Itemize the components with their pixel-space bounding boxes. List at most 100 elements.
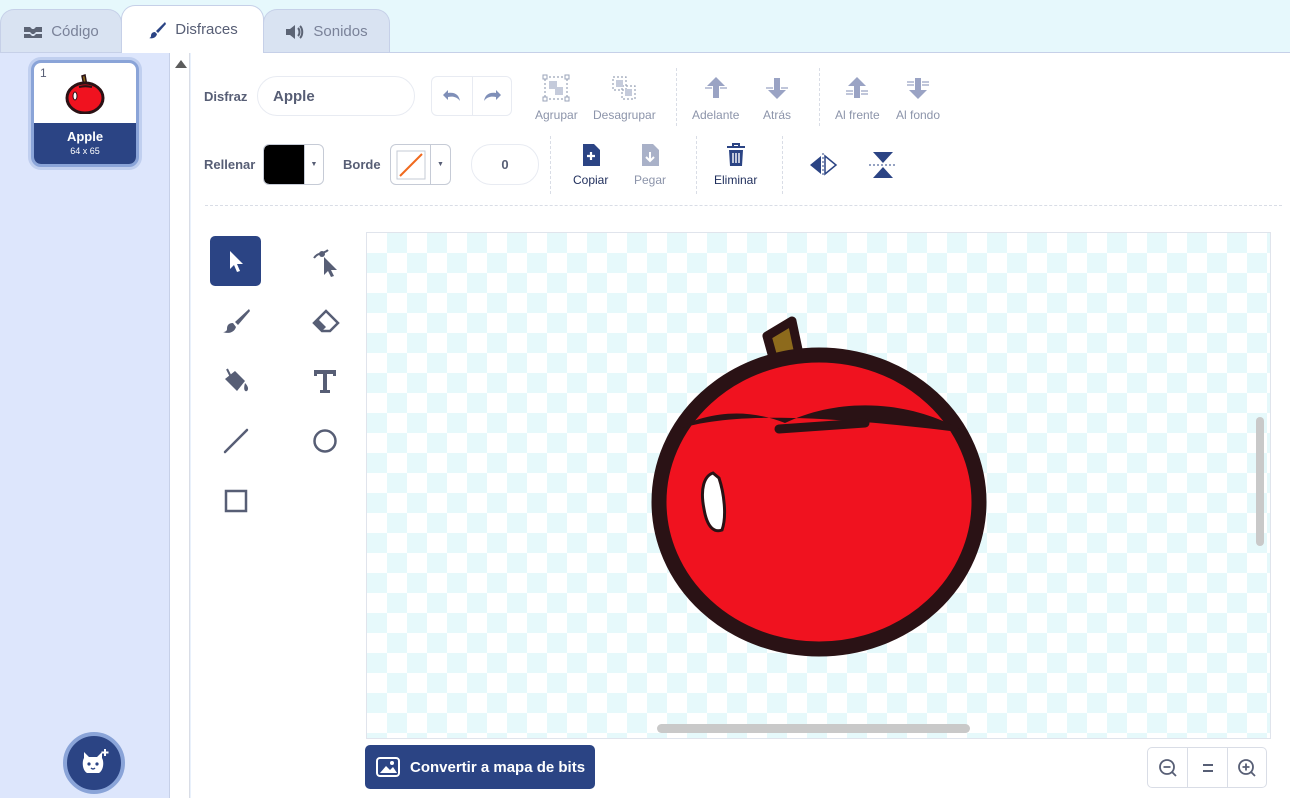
tab-code[interactable]: Código [0, 9, 122, 53]
line-icon [223, 428, 248, 454]
eraser-tool[interactable] [299, 296, 350, 346]
costume-name-input[interactable] [257, 76, 415, 116]
trash-icon [726, 143, 745, 166]
cat-add-icon [82, 749, 109, 773]
toolbar-divider [819, 68, 820, 126]
tab-costumes-label: Disfraces [175, 21, 238, 38]
code-icon [23, 24, 43, 40]
paint-canvas[interactable] [366, 232, 1271, 739]
group-icon [542, 74, 570, 102]
rectangle-icon [224, 489, 247, 513]
zoom-in-icon [1237, 758, 1256, 777]
send-to-back-label: Al fondo [896, 108, 941, 122]
paste-icon [642, 144, 660, 166]
costume-thumbnail [34, 63, 136, 123]
send-to-back-icon [907, 78, 930, 99]
no-color-swatch [391, 145, 430, 184]
select-arrow-icon [229, 251, 243, 272]
delete-button[interactable]: Eliminar [714, 143, 757, 187]
brush-icon [147, 20, 167, 40]
send-to-back-button[interactable]: Al fondo [896, 74, 940, 122]
tab-code-label: Código [51, 23, 99, 40]
ungroup-icon [612, 76, 636, 100]
costume-item-apple[interactable]: 1 Apple 64 x 65 [31, 60, 139, 167]
brush-tool[interactable] [210, 296, 261, 346]
speaker-icon [285, 24, 305, 40]
apple-drawing[interactable] [367, 233, 1271, 739]
paint-editor-window: Código Disfraces Sonidos 1 Apple 64 x 65… [0, 0, 1290, 798]
backward-button[interactable]: Atrás [763, 74, 791, 122]
undo-icon [442, 90, 460, 101]
tab-bar: Código Disfraces Sonidos [0, 0, 1290, 53]
flip-vertical-icon [869, 152, 897, 178]
image-icon [376, 757, 400, 777]
add-costume-button[interactable] [63, 732, 125, 794]
copy-button[interactable]: Copiar [573, 143, 608, 187]
delete-label: Eliminar [714, 173, 758, 187]
forward-label: Adelante [692, 108, 740, 122]
backward-label: Atrás [763, 108, 792, 122]
paintbrush-icon [222, 309, 250, 333]
costume-size: 64 x 65 [70, 146, 100, 156]
reshape-icon [312, 249, 337, 277]
chevron-down-icon: ▼ [304, 145, 323, 184]
paste-button[interactable]: Pegar [634, 143, 666, 187]
toolbar-separator [205, 205, 1282, 206]
costume-number: 1 [40, 66, 47, 80]
outline-width-input[interactable] [471, 144, 539, 185]
convert-to-bitmap-label: Convertir a mapa de bits [410, 758, 586, 776]
zoom-reset-button[interactable] [1187, 748, 1226, 787]
flip-vertical-button[interactable] [868, 150, 898, 180]
toolbar-divider [782, 136, 783, 194]
ungroup-label: Desagrupar [593, 108, 656, 122]
convert-to-bitmap-button[interactable]: Convertir a mapa de bits [365, 745, 595, 789]
tab-sounds[interactable]: Sonidos [263, 9, 390, 53]
group-label: Agrupar [535, 108, 578, 122]
toolbar-divider [696, 136, 697, 194]
outline-color-picker[interactable]: ▼ [390, 144, 451, 185]
arrow-down-icon [766, 78, 788, 99]
zoom-in-button[interactable] [1226, 748, 1266, 787]
arrow-up-icon [704, 77, 727, 98]
costume-list-scrollbar[interactable] [170, 52, 190, 798]
canvas-horizontal-scrollbar[interactable] [657, 724, 970, 733]
paste-label: Pegar [634, 173, 667, 187]
toolbar-divider [550, 136, 551, 194]
fill-color-picker[interactable]: ▼ [263, 144, 324, 185]
flip-horizontal-icon [810, 153, 838, 177]
copy-label: Copiar [573, 173, 609, 187]
reshape-tool[interactable] [299, 236, 350, 286]
group-button[interactable]: Agrupar [535, 74, 578, 122]
costume-name: Apple [66, 129, 104, 144]
zoom-reset-icon [1202, 763, 1213, 772]
select-tool[interactable] [210, 236, 261, 286]
costume-name-label: Disfraz [204, 89, 248, 104]
flip-horizontal-button[interactable] [808, 152, 838, 178]
canvas-vertical-scrollbar[interactable] [1256, 417, 1264, 546]
zoom-out-button[interactable] [1148, 748, 1187, 787]
copy-icon [582, 144, 600, 166]
tab-costumes[interactable]: Disfraces [121, 5, 264, 53]
forward-button[interactable]: Adelante [692, 74, 739, 122]
undo-button[interactable] [432, 77, 472, 115]
chevron-down-icon: ▼ [430, 145, 450, 184]
circle-icon [312, 429, 337, 453]
redo-icon [483, 90, 501, 101]
paint-bucket-icon [224, 368, 248, 392]
scroll-up-arrow-icon[interactable] [175, 60, 187, 68]
apple-thumbnail-icon [65, 74, 105, 114]
bring-to-front-button[interactable]: Al frente [835, 74, 880, 122]
zoom-out-icon [1158, 758, 1177, 777]
text-tool[interactable] [299, 356, 350, 406]
bring-to-front-label: Al frente [835, 108, 880, 122]
fill-tool[interactable] [210, 356, 261, 406]
circle-tool[interactable] [299, 416, 350, 466]
line-tool[interactable] [210, 416, 261, 466]
redo-button[interactable] [471, 77, 512, 115]
costume-meta: Apple 64 x 65 [34, 123, 136, 164]
bring-to-front-icon [846, 77, 869, 98]
ungroup-button[interactable]: Desagrupar [593, 74, 656, 122]
outline-label: Borde [343, 157, 381, 172]
rectangle-tool[interactable] [210, 476, 261, 526]
fill-color-swatch [264, 145, 304, 184]
